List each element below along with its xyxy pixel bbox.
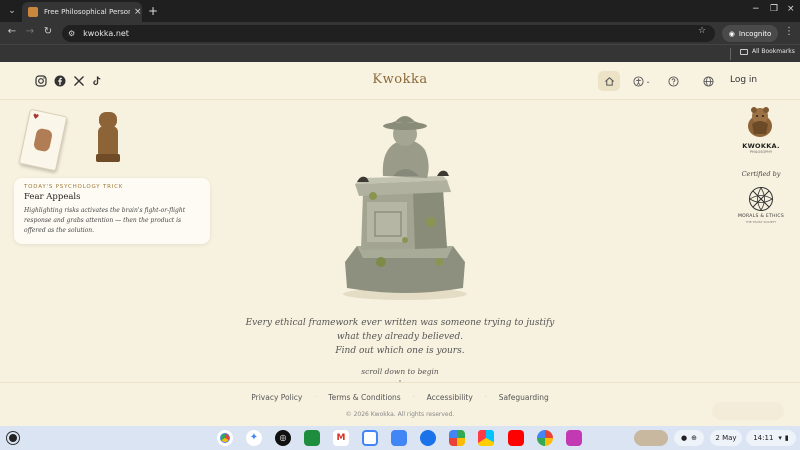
site-header: Kwokka ⌄ Log in (0, 62, 800, 100)
new-tab-button[interactable]: + (148, 4, 158, 18)
minimize-icon[interactable]: − (752, 4, 760, 14)
card-figure (32, 127, 54, 153)
footer-separator: · (484, 394, 487, 401)
ethics-badge-word: MORALS & ETHICS (738, 214, 784, 219)
address-bar[interactable]: ⚙ kwokka.net (62, 25, 715, 42)
window-close-icon[interactable]: × (787, 4, 795, 14)
morals-ethics-logo-icon[interactable] (748, 186, 774, 212)
tab-search-icon[interactable]: ⌄ (4, 3, 20, 19)
incognito-icon: ◉ (728, 29, 735, 38)
bear-chess-piece-image (96, 110, 120, 168)
safeguarding-link[interactable]: Safeguarding (499, 393, 549, 402)
gmail-app-icon[interactable]: M (333, 430, 349, 446)
wifi-icon: ▾ (778, 434, 782, 442)
copyright-text: © 2026 Kwokka. All rights reserved. (345, 411, 455, 418)
floating-widget[interactable] (712, 402, 784, 420)
privacy-policy-link[interactable]: Privacy Policy (251, 393, 302, 402)
gemini-app-icon[interactable]: ✦ (246, 430, 262, 446)
launcher-icon[interactable] (7, 432, 19, 444)
bookmark-star-icon[interactable]: ☆ (698, 26, 706, 36)
photos-app-icon[interactable] (537, 430, 553, 446)
chevron-down-icon: ⌄ (645, 77, 651, 85)
site-footer: Privacy Policy · Terms & Conditions · Ac… (0, 382, 800, 426)
footer-separator: · (412, 394, 415, 401)
trick-body: Highlighting risks activates the brain's… (24, 207, 186, 234)
reload-icon[interactable]: ↻ (40, 26, 56, 37)
web-page: Kwokka ⌄ Log in ♥ TODAY'S PSYCHOLOGY TRI… (0, 62, 800, 426)
heart-suit-icon: ♥ (31, 112, 40, 122)
help-button[interactable] (662, 71, 684, 91)
active-tab[interactable]: Free Philosophical Personality × (22, 2, 142, 22)
bookmarks-divider (730, 48, 731, 60)
terms-link[interactable]: Terms & Conditions (328, 393, 400, 402)
footer-links: Privacy Policy · Terms & Conditions · Ac… (0, 393, 800, 402)
tab-title: Free Philosophical Personality (44, 8, 130, 16)
accessibility-button[interactable]: ⌄ (630, 71, 654, 91)
youtube-app-icon[interactable] (508, 430, 524, 446)
meet-app-icon[interactable] (449, 430, 465, 446)
kwokka-logo-icon[interactable] (744, 104, 776, 138)
clock-time: 14:11 (753, 434, 774, 442)
quokka-statue-image (343, 116, 467, 300)
folder-icon (740, 48, 748, 55)
battery-icon: ▮ (784, 434, 789, 442)
chrome-app-icon[interactable] (217, 430, 233, 446)
bookmarks-bar: All Bookmarks (0, 44, 800, 62)
language-button[interactable] (697, 71, 719, 91)
accessibility-icon (633, 75, 645, 87)
playing-card-image: ♥ (18, 108, 68, 172)
help-icon (667, 75, 679, 87)
tagline-line-1: Every ethical framework ever written was… (245, 318, 555, 328)
sheets-app-icon[interactable] (304, 430, 320, 446)
date-tray[interactable]: 2 May (710, 430, 742, 446)
calendar-app-icon[interactable] (362, 430, 378, 446)
podcast-app-icon[interactable]: ◎ (275, 430, 291, 446)
kwokka-badge-subtitle: PHILOSOPHY (749, 150, 773, 154)
ethics-badge-subtitle: THE TRUST SOCIETY (745, 220, 777, 224)
messages-app-icon[interactable] (420, 430, 436, 446)
all-bookmarks-button[interactable]: All Bookmarks (740, 48, 795, 55)
files-app-icon[interactable] (391, 430, 407, 446)
kwokka-favicon-icon (28, 7, 38, 17)
tagline-line-2: what they already believed. (336, 332, 464, 342)
status-tray[interactable]: 14:11 ▾ ▮ (746, 430, 796, 446)
scroll-hint[interactable]: scroll down to begin (0, 367, 800, 376)
add-icon: ⊕ (691, 434, 697, 442)
bear-body (98, 126, 118, 156)
back-icon[interactable]: ← (4, 26, 20, 37)
home-button[interactable] (598, 71, 620, 91)
incognito-badge[interactable]: ◉ Incognito (722, 25, 778, 42)
login-link[interactable]: Log in (730, 75, 757, 85)
globe-icon (702, 75, 714, 87)
psychology-trick-card[interactable]: TODAY'S PSYCHOLOGY TRICK Fear Appeals Hi… (14, 178, 210, 244)
accessibility-link[interactable]: Accessibility (427, 393, 473, 402)
url-text: kwokka.net (83, 29, 129, 38)
trick-kicker: TODAY'S PSYCHOLOGY TRICK (24, 184, 124, 190)
bear-base (96, 154, 120, 162)
certified-by-label: Certified by (741, 170, 781, 178)
incognito-label: Incognito (738, 29, 772, 38)
bear-head (99, 112, 117, 128)
forward-icon[interactable]: → (22, 26, 38, 37)
home-icon (604, 76, 614, 86)
tab-strip: ⌄ Free Philosophical Personality × + − ❐… (0, 0, 800, 22)
play-store-app-icon[interactable] (478, 430, 494, 446)
kwokka-badge-word: KWOKKA. (742, 142, 780, 150)
tab-close-icon[interactable]: × (134, 7, 142, 17)
record-icon: ● (681, 434, 688, 442)
trick-title: Fear Appeals (24, 192, 81, 202)
holding-space-thumbnails[interactable] (634, 430, 668, 446)
media-tray[interactable]: ● ⊕ (674, 430, 704, 446)
tagline-line-3: Find out which one is yours. (335, 346, 465, 356)
site-info-icon[interactable]: ⚙ (68, 29, 75, 38)
chat-app-icon[interactable] (566, 430, 582, 446)
os-shelf: ✦ ◎ M ● ⊕ 2 May 14:11 ▾ ▮ (0, 426, 800, 450)
toolbar: ← → ↻ ⚙ kwokka.net ☆ ◉ Incognito ⋮ (0, 22, 800, 44)
footer-separator: · (314, 394, 317, 401)
all-bookmarks-label: All Bookmarks (752, 48, 795, 55)
maximize-icon[interactable]: ❐ (770, 4, 778, 14)
menu-icon[interactable]: ⋮ (784, 26, 794, 37)
hero-tagline: Every ethical framework ever written was… (0, 316, 800, 358)
